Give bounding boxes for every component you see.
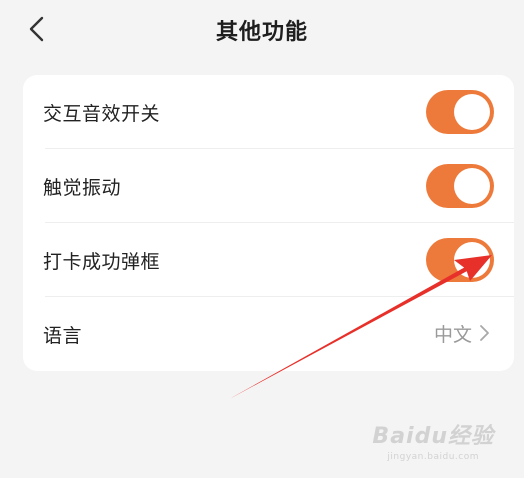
settings-screen: 其他功能 交互音效开关 触觉振动 打卡成功弹框 语言 中文 Baidu经验 ji… <box>0 0 524 478</box>
arrow-head <box>454 255 492 281</box>
annotation-arrow <box>231 255 492 398</box>
arrow-shaft <box>231 266 469 398</box>
watermark-brand: Baidu经验 <box>372 424 494 449</box>
watermark-url: jingyan.baidu.com <box>387 452 479 462</box>
watermark: Baidu经验 jingyan.baidu.com <box>372 418 494 462</box>
